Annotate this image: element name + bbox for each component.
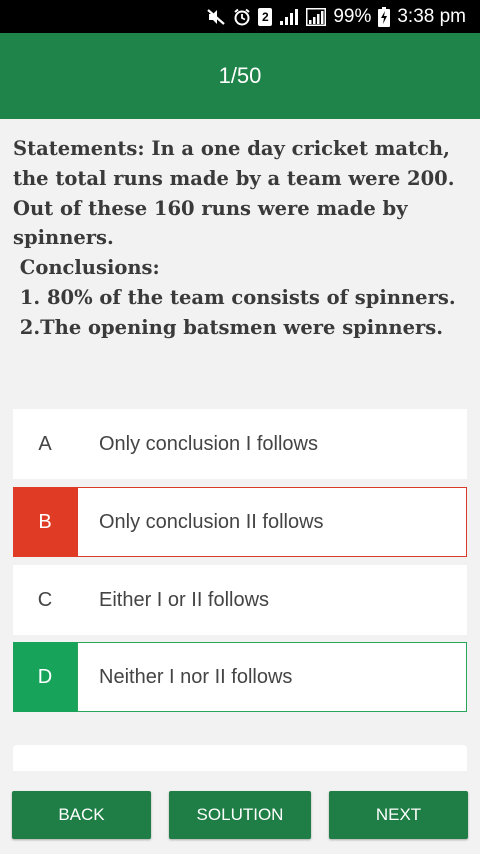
status-bar: 2 99% 3:38 pm [0, 0, 480, 33]
solution-button[interactable]: SOLUTION [169, 791, 311, 839]
signal-icon [279, 8, 299, 26]
sim-slot-badge: 2 [258, 7, 273, 26]
option-d[interactable]: D Neither I nor II follows [13, 642, 467, 712]
option-c[interactable]: C Either I or II follows [13, 565, 467, 635]
option-letter: A [38, 432, 52, 455]
option-letter: D [13, 642, 77, 712]
battery-charging-icon [378, 6, 391, 27]
question-progress: 1/50 [218, 63, 262, 88]
signal-icon-2 [306, 7, 327, 26]
alarm-icon [233, 8, 251, 26]
option-text: Only conclusion I follows [99, 432, 318, 455]
next-button[interactable]: NEXT [329, 791, 468, 839]
clock: 3:38 pm [397, 5, 466, 27]
back-button[interactable]: BACK [12, 791, 151, 839]
option-text: Only conclusion II follows [77, 487, 467, 557]
option-letter: B [13, 487, 77, 557]
option-b[interactable]: B Only conclusion II follows [13, 487, 467, 557]
app-bar: 1/50 [0, 33, 480, 119]
mute-icon [206, 8, 226, 26]
option-a[interactable]: A Only conclusion I follows [13, 409, 467, 479]
question-text: Statements: In a one day cricket match, … [13, 137, 456, 339]
battery-percent: 99% [333, 5, 372, 27]
option-letter: C [37, 588, 53, 611]
option-text: Neither I nor II follows [77, 642, 467, 712]
option-text: Either I or II follows [99, 588, 270, 611]
solution-card [13, 745, 467, 771]
